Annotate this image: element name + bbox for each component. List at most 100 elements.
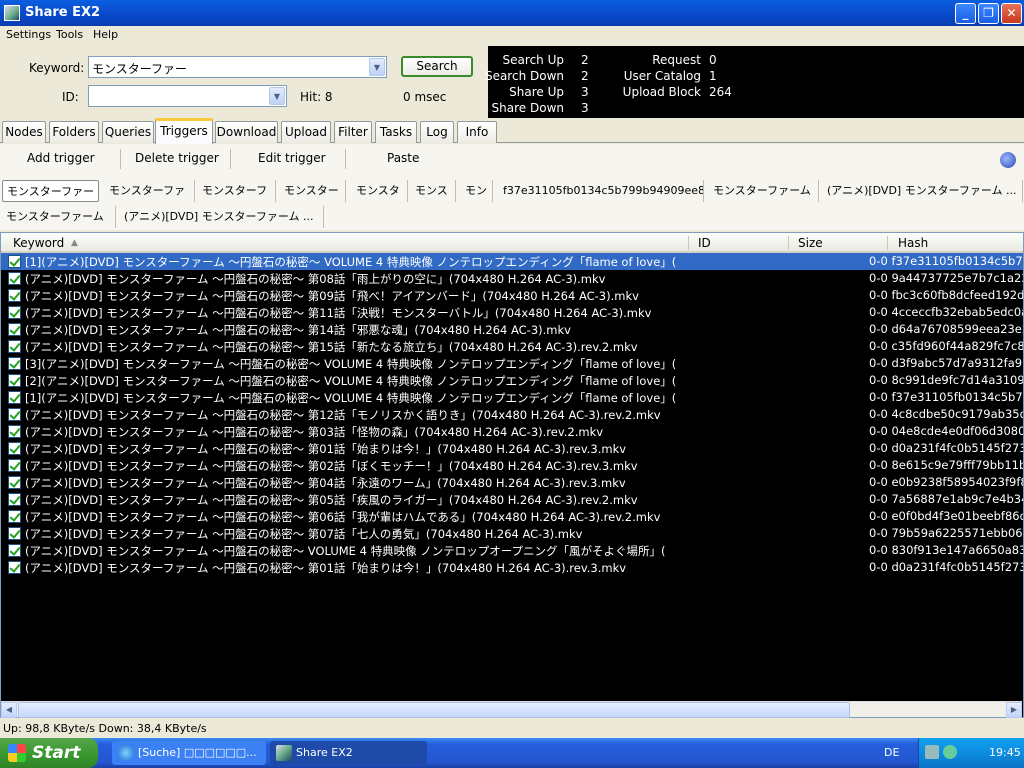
trigger-chip[interactable]: モンス (411, 180, 456, 202)
trigger-chip[interactable]: (アニメ)[DVD] モンスターファーム ... (823, 180, 1023, 202)
trigger-chip[interactable]: モンスターファーム (2, 206, 116, 228)
column-divider[interactable] (887, 236, 888, 250)
column-size[interactable]: Size (798, 236, 823, 250)
column-divider[interactable] (688, 236, 689, 250)
table-row[interactable]: (アニメ)[DVD] モンスターファーム ～円盤石の秘密～ 第07話「七人の勇気… (1, 525, 1023, 542)
column-keyword[interactable]: Keyword (13, 236, 64, 250)
tab-bar: Nodes Folders Queries Triggers Download … (0, 118, 1024, 144)
language-indicator[interactable]: DE (884, 746, 899, 759)
row-checkbox[interactable] (8, 340, 21, 353)
table-row[interactable]: [1](アニメ)[DVD] モンスターファーム ～円盤石の秘密～ VOLUME … (1, 389, 1023, 406)
row-checkbox[interactable] (8, 306, 21, 319)
keyword-combo[interactable]: モンスターファー ▼ (88, 56, 387, 78)
column-id[interactable]: ID (698, 236, 711, 250)
tab-info[interactable]: Info (457, 121, 497, 143)
minimize-button[interactable]: _ (955, 3, 976, 24)
row-checkbox[interactable] (8, 289, 21, 302)
chevron-down-icon[interactable]: ▼ (269, 87, 285, 105)
tab-queries[interactable]: Queries (102, 121, 154, 143)
tab-download[interactable]: Download (215, 121, 278, 143)
volume-icon[interactable] (943, 745, 957, 759)
table-row[interactable]: (アニメ)[DVD] モンスターファーム ～円盤石の秘密～ 第01話「始まりは今… (1, 440, 1023, 457)
scroll-thumb[interactable] (18, 702, 850, 718)
chevron-down-icon[interactable]: ▼ (369, 58, 385, 76)
id-combo[interactable]: ▼ (88, 85, 287, 107)
row-hash: 0-0 d0a231f4fc0b5145f273a (869, 441, 1023, 455)
task-share-ex2[interactable]: Share EX2 (270, 741, 427, 765)
table-row[interactable]: (アニメ)[DVD] モンスターファーム ～円盤石の秘密～ 第09話「飛べ！アイ… (1, 287, 1023, 304)
table-row[interactable]: (アニメ)[DVD] モンスターファーム ～円盤石の秘密～ 第02話「ぼくモッチ… (1, 457, 1023, 474)
trigger-chip[interactable]: モンスターファーム (709, 180, 819, 202)
trigger-chip[interactable]: f37e31105fb0134c5b799b94909ee83... (499, 180, 704, 202)
tab-triggers[interactable]: Triggers (155, 118, 213, 144)
row-checkbox[interactable] (8, 408, 21, 421)
table-row[interactable]: (アニメ)[DVD] モンスターファーム ～円盤石の秘密～ 第11話「決戦！モン… (1, 304, 1023, 321)
row-checkbox[interactable] (8, 493, 21, 506)
row-checkbox[interactable] (8, 442, 21, 455)
row-checkbox[interactable] (8, 561, 21, 574)
close-button[interactable]: ✕ (1001, 3, 1022, 24)
task-browser[interactable]: [Suche] □□□□□□... (112, 741, 266, 765)
row-checkbox[interactable] (8, 510, 21, 523)
results-table[interactable]: Keyword ▲ ID Size Hash [1](アニメ)[DVD] モンス… (0, 232, 1024, 718)
maximize-button[interactable]: ❐ (978, 3, 999, 24)
table-row[interactable]: (アニメ)[DVD] モンスターファーム ～円盤石の秘密～ 第15話「新たなる旅… (1, 338, 1023, 355)
table-row[interactable]: [2](アニメ)[DVD] モンスターファーム ～円盤石の秘密～ VOLUME … (1, 372, 1023, 389)
tab-tasks[interactable]: Tasks (375, 121, 417, 143)
scroll-left-icon[interactable]: ◀ (1, 702, 17, 718)
table-row[interactable]: (アニメ)[DVD] モンスターファーム ～円盤石の秘密～ 第12話「モノリスか… (1, 406, 1023, 423)
trigger-chip[interactable]: モンスターフ (198, 180, 276, 202)
menu-settings[interactable]: Settings (6, 28, 51, 41)
trigger-chip[interactable]: モンスターファー (2, 180, 99, 202)
add-trigger-button[interactable]: Add trigger (27, 151, 95, 165)
table-row[interactable]: (アニメ)[DVD] モンスターファーム ～円盤石の秘密～ 第03話「怪物の森」… (1, 423, 1023, 440)
row-checkbox[interactable] (8, 323, 21, 336)
table-row[interactable]: [1](アニメ)[DVD] モンスターファーム ～円盤石の秘密～ VOLUME … (1, 253, 1023, 270)
table-row[interactable]: [3](アニメ)[DVD] モンスターファーム ～円盤石の秘密～ VOLUME … (1, 355, 1023, 372)
scroll-right-icon[interactable]: ▶ (1006, 702, 1022, 718)
row-checkbox[interactable] (8, 255, 21, 268)
delete-trigger-button[interactable]: Delete trigger (135, 151, 219, 165)
tab-nodes[interactable]: Nodes (2, 121, 46, 143)
table-row[interactable]: (アニメ)[DVD] モンスターファーム ～円盤石の秘密～ 第06話「我が輩はハ… (1, 508, 1023, 525)
trigger-chip[interactable]: モンスタ (352, 180, 408, 202)
row-checkbox[interactable] (8, 459, 21, 472)
row-checkbox[interactable] (8, 527, 21, 540)
share-down-label: Share Down (491, 101, 564, 115)
edit-trigger-button[interactable]: Edit trigger (258, 151, 326, 165)
title-bar[interactable]: Share EX2 _ ❐ ✕ (0, 0, 1024, 26)
trigger-chip[interactable]: (アニメ)[DVD] モンスターファーム ... (120, 206, 324, 228)
table-row[interactable]: (アニメ)[DVD] モンスターファーム ～円盤石の秘密～ VOLUME 4 特… (1, 542, 1023, 559)
tab-log[interactable]: Log (420, 121, 454, 143)
network-icon[interactable] (925, 745, 939, 759)
table-row[interactable]: (アニメ)[DVD] モンスターファーム ～円盤石の秘密～ 第05話「疾風のライ… (1, 491, 1023, 508)
search-button[interactable]: Search (401, 56, 473, 77)
row-checkbox[interactable] (8, 544, 21, 557)
trigger-chip[interactable]: モンスターファ (105, 180, 195, 202)
column-hash[interactable]: Hash (898, 236, 928, 250)
table-row[interactable]: (アニメ)[DVD] モンスターファーム ～円盤石の秘密～ 第04話「永遠のワー… (1, 474, 1023, 491)
table-row[interactable]: (アニメ)[DVD] モンスターファーム ～円盤石の秘密～ 第14話「邪悪な魂」… (1, 321, 1023, 338)
horizontal-scrollbar[interactable]: ◀ ▶ (1, 701, 1022, 718)
trigger-chip[interactable]: モンスター (280, 180, 346, 202)
menu-tools[interactable]: Tools (56, 28, 83, 41)
trigger-chip[interactable]: モン (461, 180, 493, 202)
row-keyword: (アニメ)[DVD] モンスターファーム ～円盤石の秘密～ 第05話「疾風のライ… (25, 493, 638, 507)
row-checkbox[interactable] (8, 425, 21, 438)
row-checkbox[interactable] (8, 272, 21, 285)
row-keyword: (アニメ)[DVD] モンスターファーム ～円盤石の秘密～ 第07話「七人の勇気… (25, 527, 583, 541)
tab-filter[interactable]: Filter (334, 121, 372, 143)
table-row[interactable]: (アニメ)[DVD] モンスターファーム ～円盤石の秘密～ 第08話「雨上がりの… (1, 270, 1023, 287)
column-divider[interactable] (788, 236, 789, 250)
tab-upload[interactable]: Upload (281, 121, 331, 143)
heart-icon[interactable] (1000, 152, 1016, 168)
row-checkbox[interactable] (8, 357, 21, 370)
table-row[interactable]: (アニメ)[DVD] モンスターファーム ～円盤石の秘密～ 第01話「始まりは今… (1, 559, 1023, 576)
row-checkbox[interactable] (8, 391, 21, 404)
start-button[interactable]: Start (0, 738, 98, 768)
menu-help[interactable]: Help (93, 28, 118, 41)
row-checkbox[interactable] (8, 476, 21, 489)
row-checkbox[interactable] (8, 374, 21, 387)
paste-button[interactable]: Paste (387, 151, 419, 165)
tab-folders[interactable]: Folders (49, 121, 99, 143)
